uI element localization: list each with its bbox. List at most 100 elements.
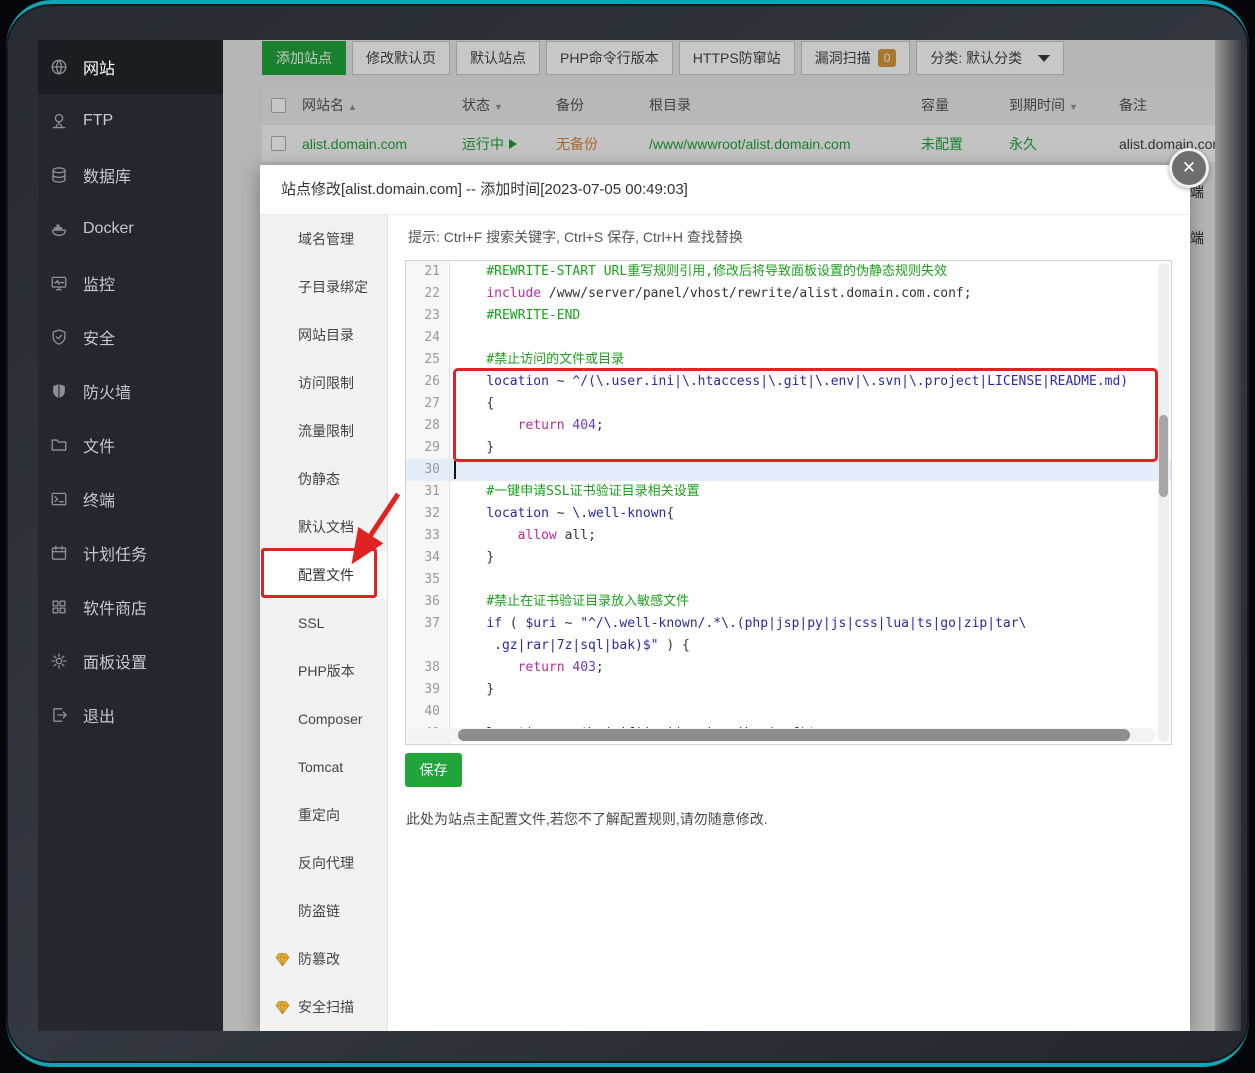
code-text: #REWRITE-START URL重写规则引用,修改后将导致面板设置的伪静态规…	[486, 264, 948, 279]
editor-horizontal-scrollbar[interactable]	[408, 728, 1156, 742]
modal-menu-item-伪静态[interactable]: 伪静态	[260, 455, 387, 503]
code-line-29: 29 }	[406, 437, 1171, 459]
app-screen: 添加站点 修改默认页 默认站点 PHP命令行版本 HTTPS防窜站 漏洞扫描 0 分类: 默认…	[38, 40, 1215, 1031]
editor-lines: 21 #REWRITE-START URL重写规则引用,修改后将导致面板设置的伪…	[406, 261, 1171, 744]
sidebar-item-label: 计划任务	[83, 547, 148, 564]
store-grid-icon	[50, 598, 68, 616]
code-line-36: 36 #禁止在证书验证目录放入敏感文件	[406, 591, 1171, 613]
sidebar-item-label: 终端	[83, 493, 116, 510]
sidebar-item-label: 防火墙	[83, 385, 132, 402]
sidebar-item-安全[interactable]: 安全	[38, 310, 223, 364]
code-line-40: 40	[406, 701, 1171, 723]
code-text: #禁止在证书验证目录放入敏感文件	[486, 594, 690, 609]
config-file-editor[interactable]: 21 #REWRITE-START URL重写规则引用,修改后将导致面板设置的伪…	[405, 260, 1172, 745]
firewall-shield-icon	[50, 382, 68, 400]
modal-menu-item-重定向[interactable]: 重定向	[260, 791, 387, 839]
code-line-21: 21 #REWRITE-START URL重写规则引用,修改后将导致面板设置的伪…	[406, 261, 1171, 283]
modal-menu-item-子目录绑定[interactable]: 子目录绑定	[260, 263, 387, 311]
modal-menu-item-默认文档[interactable]: 默认文档	[260, 503, 387, 551]
modal-menu-item-PHP版本[interactable]: PHP版本	[260, 647, 387, 695]
modal-menu-item-label: Composer	[298, 711, 363, 727]
sidebar-item-FTP[interactable]: FTP	[38, 94, 223, 148]
modal-menu-item-防篡改[interactable]: 防篡改	[260, 935, 387, 983]
editor-vertical-scrollbar[interactable]	[1158, 263, 1169, 742]
modal-menu-item-label: Tomcat	[298, 759, 344, 775]
sidebar-item-退出[interactable]: 退出	[38, 688, 223, 742]
sidebar-item-label: 软件商店	[83, 601, 148, 618]
sidebar-item-监控[interactable]: 监控	[38, 256, 223, 310]
modal-menu-item-label: 防盗链	[298, 903, 340, 919]
right-shade	[1215, 40, 1241, 1031]
code-line-wrap: .gz|rar|7z|sql|bak)$" ) {	[406, 635, 1171, 657]
line-number: 37	[406, 613, 450, 635]
sidebar-item-数据库[interactable]: 数据库	[38, 148, 223, 202]
modal-menu-item-安全扫描[interactable]: 安全扫描	[260, 983, 387, 1031]
line-number: 35	[406, 569, 450, 591]
sidebar: 网站 FTP 数据库 Docker 监控安全防火墙文件终端计划任务软件商店面板设置 退出	[38, 40, 223, 1031]
gear-icon	[50, 652, 68, 670]
modal-menu-item-label: 反向代理	[298, 855, 354, 871]
code-line-27: 27 {	[406, 393, 1171, 415]
site-edit-modal: 站点修改[alist.domain.com] -- 添加时间[2023-07-0…	[260, 165, 1190, 1031]
line-number: 40	[406, 701, 450, 723]
line-number: 39	[406, 679, 450, 701]
line-number: 34	[406, 547, 450, 569]
modal-menu-item-label: 重定向	[298, 807, 340, 823]
modal-menu-item-配置文件[interactable]: 配置文件	[260, 551, 387, 599]
code-line-28: 28 return 404;	[406, 415, 1171, 437]
sidebar-item-终端[interactable]: 终端	[38, 472, 223, 526]
vertical-scroll-thumb[interactable]	[1159, 415, 1168, 497]
line-number: 31	[406, 481, 450, 503]
sidebar-item-文件[interactable]: 文件	[38, 418, 223, 472]
sidebar-item-面板设置[interactable]: 面板设置	[38, 634, 223, 688]
logout-icon	[50, 706, 68, 724]
line-number: 30	[406, 459, 450, 481]
modal-menu-item-反向代理[interactable]: 反向代理	[260, 839, 387, 887]
code-text: {	[486, 396, 495, 411]
modal-menu-item-Composer[interactable]: Composer	[260, 695, 387, 743]
modal-close-button[interactable]: ✕	[1169, 148, 1209, 188]
modal-menu-item-防盗链[interactable]: 防盗链	[260, 887, 387, 935]
line-number: 26	[406, 371, 450, 393]
code-line-23: 23 #REWRITE-END	[406, 305, 1171, 327]
line-number: 25	[406, 349, 450, 371]
gem-icon	[274, 951, 291, 968]
modal-menu-item-网站目录[interactable]: 网站目录	[260, 311, 387, 359]
code-line-34: 34 }	[406, 547, 1171, 569]
modal-menu-item-Tomcat[interactable]: Tomcat	[260, 743, 387, 791]
line-number: 36	[406, 591, 450, 613]
sidebar-item-网站[interactable]: 网站	[38, 40, 223, 94]
sidebar-item-Docker[interactable]: Docker	[38, 202, 223, 256]
modal-menu-item-label: 默认文档	[298, 519, 354, 535]
sidebar-item-软件商店[interactable]: 软件商店	[38, 580, 223, 634]
sidebar-item-label: FTP	[83, 112, 114, 129]
modal-menu-item-label: 访问限制	[298, 375, 354, 391]
modal-menu-item-label: 域名管理	[298, 231, 354, 247]
horizontal-scroll-thumb[interactable]	[458, 729, 1130, 741]
modal-menu-item-域名管理[interactable]: 域名管理	[260, 215, 387, 263]
modal-menu: 域名管理子目录绑定 网站目录访问限制流量限制伪静态默认文档配置文件 SSL PHP版本…	[260, 215, 388, 1031]
editor-shortcut-tip: 提示: Ctrl+F 搜索关键字, Ctrl+S 保存, Ctrl+H 查找替换	[408, 229, 743, 245]
folder-icon	[50, 436, 68, 454]
line-number: 33	[406, 525, 450, 547]
modal-menu-item-流量限制[interactable]: 流量限制	[260, 407, 387, 455]
modal-menu-item-访问限制[interactable]: 访问限制	[260, 359, 387, 407]
code-line-37: 37 if ( $uri ~ "^/\.well-known/.*\.(php|…	[406, 613, 1171, 635]
config-warning-note: 此处为站点主配置文件,若您不了解配置规则,请勿随意修改.	[406, 811, 768, 827]
code-text	[450, 459, 1171, 481]
line-number: 32	[406, 503, 450, 525]
save-button[interactable]: 保存	[405, 753, 462, 787]
modal-menu-item-label: 伪静态	[298, 471, 340, 487]
ftp-icon	[50, 112, 68, 130]
code-line-32: 32 location ~ \.well-known{	[406, 503, 1171, 525]
code-text: }	[486, 550, 495, 565]
modal-menu-item-label: PHP版本	[298, 663, 355, 679]
sidebar-item-防火墙[interactable]: 防火墙	[38, 364, 223, 418]
sidebar-item-计划任务[interactable]: 计划任务	[38, 526, 223, 580]
database-icon	[50, 166, 68, 184]
modal-menu-item-SSL[interactable]: SSL	[260, 599, 387, 647]
line-number: 23	[406, 305, 450, 327]
sidebar-item-label: 监控	[83, 277, 116, 294]
